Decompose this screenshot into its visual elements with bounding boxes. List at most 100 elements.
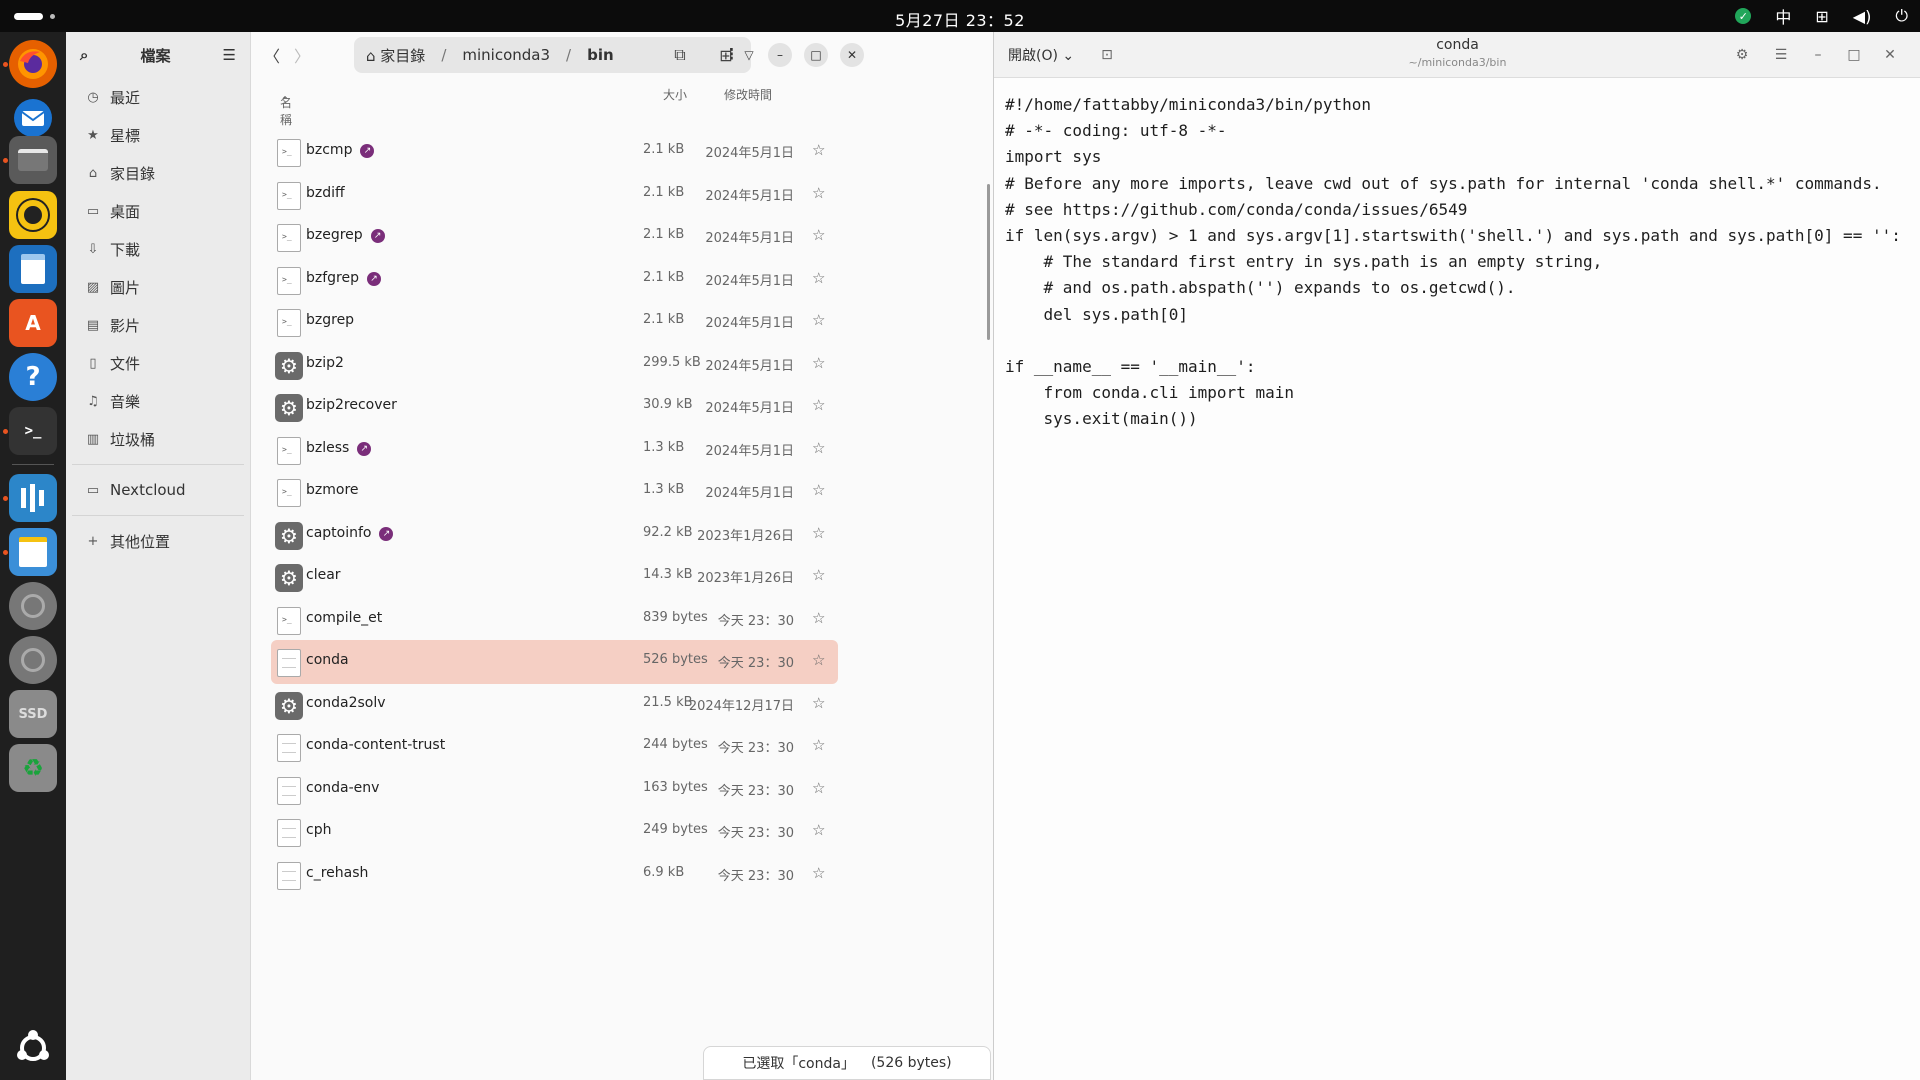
column-modified[interactable]: 修改時間: [724, 86, 772, 103]
star-icon[interactable]: ☆: [812, 566, 825, 584]
symlink-icon: ↗: [379, 526, 394, 541]
star-icon[interactable]: ☆: [812, 864, 825, 882]
rhythmbox-icon[interactable]: [9, 191, 57, 239]
file-row[interactable]: ⚙ conda2solv 21.5 kB 2024年12月17日 ☆: [271, 683, 838, 727]
path-segment-miniconda3[interactable]: miniconda3: [462, 46, 550, 64]
star-icon[interactable]: ☆: [812, 311, 825, 329]
back-button[interactable]: 〈: [258, 41, 286, 69]
sidebar-item-image[interactable]: ▨ 圖片: [66, 268, 250, 306]
view-options-chevron-icon[interactable]: ▽: [735, 41, 763, 69]
power-icon[interactable]: ⏻: [1895, 6, 1908, 26]
file-row[interactable]: ⚙ bzip2recover 30.9 kB 2024年5月1日 ☆: [271, 385, 838, 429]
file-row[interactable]: >_ bzegrep ↗ 2.1 kB 2024年5月1日 ☆: [271, 215, 838, 259]
star-icon[interactable]: ☆: [812, 481, 825, 499]
star-icon[interactable]: ☆: [812, 779, 825, 797]
system-tray[interactable]: ✓ 中 ⊞ ◀) ⏻: [1735, 5, 1908, 27]
sidebar-item-video[interactable]: ▤ 影片: [66, 306, 250, 344]
terminal-icon[interactable]: >_: [9, 407, 57, 455]
close-button[interactable]: ✕: [1878, 43, 1902, 67]
sidebar-item-nextcloud[interactable]: ▭ Nextcloud: [66, 471, 250, 509]
sidebar-item-home[interactable]: ⌂ 家目錄: [66, 154, 250, 192]
file-row[interactable]: conda-content-trust 244 bytes 今天 23：30 ☆: [271, 725, 838, 769]
star-icon[interactable]: ☆: [812, 354, 825, 372]
disk-icon[interactable]: [9, 582, 57, 630]
star-icon[interactable]: ☆: [812, 694, 825, 712]
sidebar-item-star[interactable]: ★ 星標: [66, 116, 250, 154]
writer-icon[interactable]: [9, 245, 57, 293]
thunderbird-icon[interactable]: [9, 94, 57, 142]
file-modified: 2024年12月17日: [688, 698, 794, 714]
sidebar-item-desktop[interactable]: ▭ 桌面: [66, 192, 250, 230]
app-blue-icon[interactable]: [9, 474, 57, 522]
settings-icon[interactable]: ⚙: [1730, 43, 1754, 67]
help-icon[interactable]: ?: [9, 353, 57, 401]
symlink-icon: ↗: [357, 441, 372, 456]
volume-icon[interactable]: ◀): [1853, 7, 1872, 26]
files-icon[interactable]: [9, 136, 57, 184]
file-row[interactable]: ⚙ captoinfo ↗ 92.2 kB 2023年1月26日 ☆: [271, 513, 838, 557]
star-icon[interactable]: ☆: [812, 141, 825, 159]
star-icon[interactable]: ☆: [812, 439, 825, 457]
file-row[interactable]: c_rehash 6.9 kB 今天 23：30 ☆: [271, 853, 838, 897]
star-icon[interactable]: ☆: [812, 821, 825, 839]
path-home[interactable]: ⌂ 家目錄: [366, 45, 425, 66]
show-apps-icon[interactable]: [9, 1024, 57, 1072]
text-editor-icon[interactable]: [9, 528, 57, 576]
sidebar-item-music[interactable]: ♫ 音樂: [66, 382, 250, 420]
scrollbar[interactable]: [987, 184, 990, 340]
sidebar-item-clock[interactable]: ◷ 最近: [66, 78, 250, 116]
sort-up-icon: ⌃: [280, 94, 291, 108]
check-icon[interactable]: ✓: [1735, 8, 1752, 24]
menu-icon[interactable]: ☰: [1769, 43, 1793, 67]
file-row[interactable]: ⚙ clear 14.3 kB 2023年1月26日 ☆: [271, 555, 838, 599]
disk-icon[interactable]: [9, 636, 57, 684]
sidebar-item-trash[interactable]: ▥ 垃圾桶: [66, 420, 250, 458]
file-row[interactable]: conda 526 bytes 今天 23：30 ☆: [271, 640, 838, 684]
file-name: conda-content-trust: [306, 737, 445, 753]
column-size[interactable]: 大小: [663, 86, 687, 103]
file-name: compile_et: [306, 610, 382, 626]
sidebar-item-download[interactable]: ⇩ 下載: [66, 230, 250, 268]
file-row[interactable]: >_ bzmore 1.3 kB 2024年5月1日 ☆: [271, 470, 838, 514]
search-icon[interactable]: ⌕: [80, 46, 88, 64]
file-row[interactable]: >_ compile_et 839 bytes 今天 23：30 ☆: [271, 598, 838, 642]
star-icon[interactable]: ☆: [812, 269, 825, 287]
forward-button[interactable]: 〉: [288, 41, 316, 69]
file-row[interactable]: >_ bzcmp ↗ 2.1 kB 2024年5月1日 ☆: [271, 130, 838, 174]
code-text-area[interactable]: #!/home/fattabby/miniconda3/bin/python #…: [1005, 92, 1905, 433]
trash-icon[interactable]: ♻: [9, 744, 57, 792]
network-icon[interactable]: ⊞: [1815, 7, 1828, 26]
file-row[interactable]: >_ bzfgrep ↗ 2.1 kB 2024年5月1日 ☆: [271, 258, 838, 302]
star-icon[interactable]: ☆: [812, 184, 825, 202]
maximize-button[interactable]: □: [804, 43, 828, 67]
menu-icon[interactable]: ☰: [223, 46, 236, 64]
file-modified: 今天 23：30: [717, 741, 794, 756]
file-row[interactable]: cph 249 bytes 今天 23：30 ☆: [271, 810, 838, 854]
maximize-button[interactable]: □: [1842, 43, 1866, 67]
star-icon[interactable]: ☆: [812, 524, 825, 542]
minimize-button[interactable]: –: [1806, 43, 1830, 67]
star-icon[interactable]: ☆: [812, 609, 825, 627]
app-center-icon[interactable]: A: [9, 299, 57, 347]
star-icon[interactable]: ☆: [812, 226, 825, 244]
ssd-drive-icon[interactable]: SSD: [9, 690, 57, 738]
sidebar-item-other-locations[interactable]: + 其他位置: [66, 522, 250, 560]
star-icon[interactable]: ☆: [812, 736, 825, 754]
minimize-button[interactable]: –: [768, 43, 792, 67]
new-tab-icon[interactable]: ⧉: [666, 41, 694, 69]
file-row[interactable]: >_ bzgrep 2.1 kB 2024年5月1日 ☆: [271, 300, 838, 344]
folder-icon: ▭: [86, 482, 100, 498]
star-icon[interactable]: ☆: [812, 651, 825, 669]
close-button[interactable]: ✕: [840, 43, 864, 67]
firefox-icon[interactable]: [9, 40, 57, 88]
path-segment-current[interactable]: bin: [587, 46, 614, 64]
file-row[interactable]: >_ bzless ↗ 1.3 kB 2024年5月1日 ☆: [271, 428, 838, 472]
file-row[interactable]: >_ bzdiff 2.1 kB 2024年5月1日 ☆: [271, 173, 838, 217]
input-method-indicator[interactable]: 中: [1775, 4, 1791, 28]
file-row[interactable]: conda-env 163 bytes 今天 23：30 ☆: [271, 768, 838, 812]
file-row[interactable]: ⚙ bzip2 299.5 kB 2024年5月1日 ☆: [271, 343, 838, 387]
sidebar-item-document[interactable]: ▯ 文件: [66, 344, 250, 382]
clock[interactable]: 5月27日 23：52: [0, 7, 1920, 31]
star-icon[interactable]: ☆: [812, 396, 825, 414]
plus-icon: +: [87, 533, 99, 549]
